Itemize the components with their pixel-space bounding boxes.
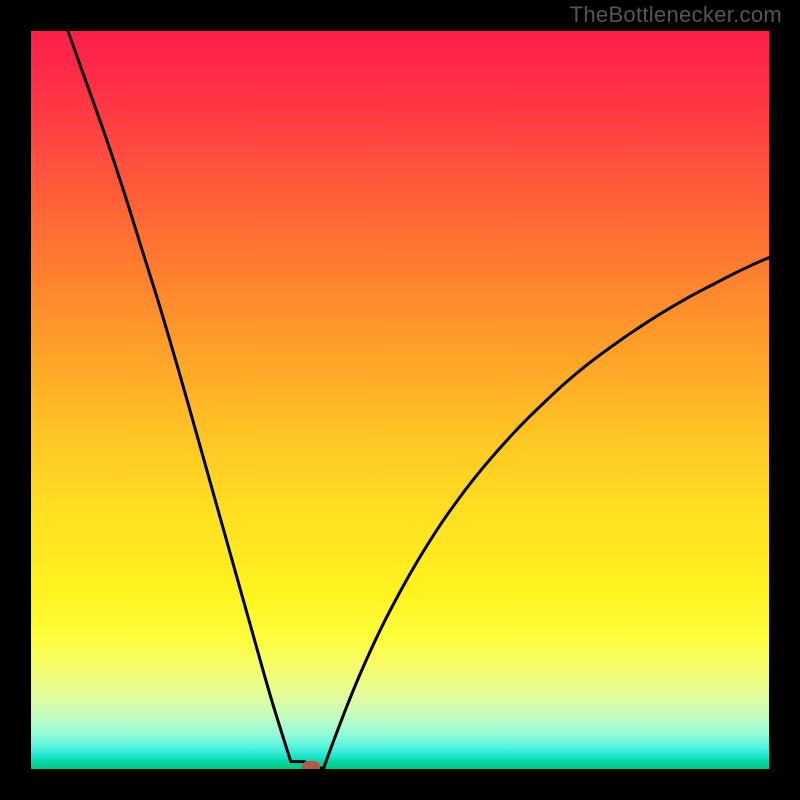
chart-frame: TheBottlenecker.com bbox=[0, 0, 800, 800]
bottleneck-curve bbox=[31, 31, 769, 769]
watermark-label: TheBottlenecker.com bbox=[570, 2, 782, 28]
optimum-marker-icon bbox=[302, 761, 320, 769]
plot-area bbox=[31, 31, 769, 769]
